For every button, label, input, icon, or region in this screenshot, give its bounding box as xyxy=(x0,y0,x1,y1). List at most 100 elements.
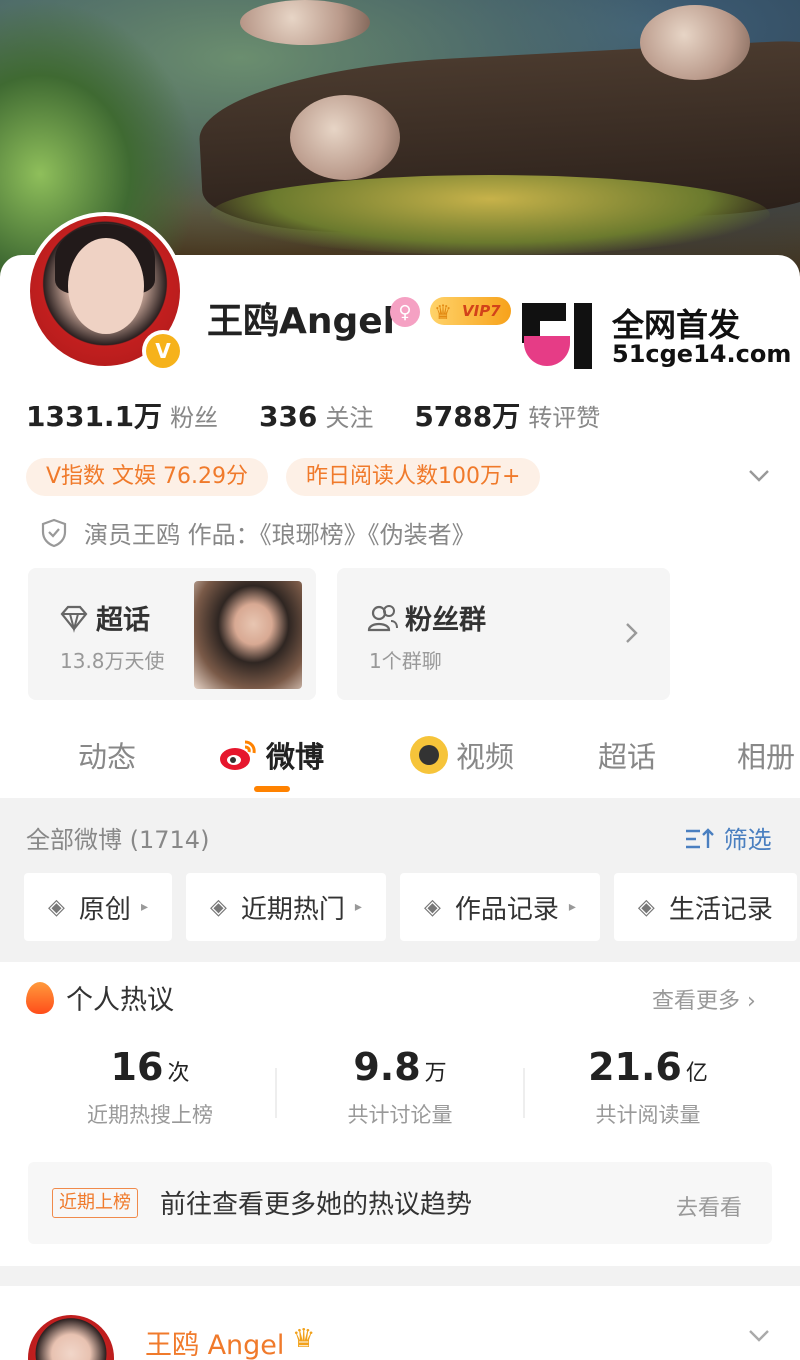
supertopic-thumbnail[interactable] xyxy=(194,581,302,689)
tab-weibo[interactable]: 微博 xyxy=(218,734,324,776)
fangroup-title: 粉丝群 xyxy=(405,605,486,636)
metric-unit: 亿 xyxy=(685,1061,708,1086)
profile-tabs: 动态 微博 视频 超话 相册 xyxy=(0,726,800,796)
metric-value: 9.8 xyxy=(353,1045,421,1089)
flame-icon xyxy=(26,981,54,1014)
followers-count[interactable]: 1331.1万 xyxy=(26,400,162,433)
supertopic-tile[interactable]: 超话 13.8万天使 xyxy=(28,568,316,700)
hot-discussion-title: 个人热议 xyxy=(26,978,174,1017)
vip-badge[interactable]: ♛ VIP7 xyxy=(430,297,511,325)
trend-text: 前往查看更多她的热议趋势 xyxy=(160,1190,473,1220)
supertopic-sub: 13.8万天使 xyxy=(60,649,165,673)
following-label[interactable]: 关注 xyxy=(325,404,373,432)
tab-video-label: 视频 xyxy=(456,740,515,774)
verified-badge: V xyxy=(142,330,184,372)
metric-divider xyxy=(523,1068,525,1118)
banner-snail xyxy=(240,0,370,45)
filter-icon xyxy=(684,826,724,854)
banner-snail xyxy=(290,95,400,180)
trend-tag: 近期上榜 xyxy=(52,1188,138,1218)
metric-hot-search: 16 次 近期热搜上榜 xyxy=(40,1045,260,1129)
profile-page: V 王鸥Angel ♀ ♛ VIP7 全网首发 51cge14.com 1331.… xyxy=(0,0,800,1360)
metric-unit: 次 xyxy=(167,1061,190,1086)
profile-description: 演员王鸥 作品：《琅琊榜》《伪装者》 xyxy=(40,515,476,550)
vip-crown-icon: ♛ xyxy=(434,300,452,324)
weibo-icon xyxy=(218,738,258,772)
layers-icon: ◈ xyxy=(48,894,65,920)
trend-go-link[interactable]: 去看看 xyxy=(676,1190,742,1222)
caret-right-icon: ▸ xyxy=(354,899,362,915)
metric-label: 共计阅读量 xyxy=(595,1103,701,1127)
chip-original[interactable]: ◈ 原创 ▸ xyxy=(24,873,172,941)
group-icon xyxy=(367,602,399,634)
tab-weibo-label: 微博 xyxy=(266,740,325,774)
banner-snail xyxy=(640,5,750,80)
profile-pills: V指数 文娱 76.29分 昨日阅读人数100万+ xyxy=(26,458,541,496)
following-count[interactable]: 336 xyxy=(259,400,317,433)
likes-label: 转评赞 xyxy=(528,404,601,432)
caret-right-icon: ▸ xyxy=(140,899,148,915)
watermark-logo xyxy=(522,303,604,369)
feed-category-chips: ◈ 原创 ▸ ◈ 近期热门 ▸ ◈ 作品记录 ▸ ◈ 生活记录 xyxy=(24,873,797,941)
watermark-logo-part xyxy=(524,336,570,366)
vip-crown-icon: ♛ xyxy=(292,1324,316,1354)
chevron-right-icon xyxy=(624,620,640,653)
female-icon: ♀ xyxy=(390,297,420,327)
post-author[interactable]: 王鸥 Angel xyxy=(145,1323,284,1360)
chevron-down-icon[interactable] xyxy=(746,462,774,490)
verified-v-icon: V xyxy=(146,334,180,368)
see-more-link[interactable]: 查看更多 › xyxy=(652,983,756,1015)
metric-unit: 万 xyxy=(424,1061,447,1086)
chip-label: 原创 xyxy=(78,894,131,925)
metric-reads: 21.6 亿 共计阅读量 xyxy=(538,1045,758,1129)
chip-label: 生活记录 xyxy=(668,894,773,925)
chip-label: 近期热门 xyxy=(240,894,345,925)
watermark-url: 51cge14.com xyxy=(612,340,792,368)
followers-label[interactable]: 粉丝 xyxy=(170,404,218,432)
caret-right-icon: ▸ xyxy=(568,899,576,915)
layers-icon: ◈ xyxy=(209,894,227,920)
reads-pill[interactable]: 昨日阅读人数100万+ xyxy=(286,458,541,496)
metric-discussions: 9.8 万 共计讨论量 xyxy=(290,1045,510,1129)
chip-works[interactable]: ◈ 作品记录 ▸ xyxy=(399,873,600,941)
watermark-logo-part xyxy=(574,303,592,369)
tab-album[interactable]: 相册 xyxy=(737,734,795,776)
video-icon xyxy=(410,736,448,774)
chip-label: 作品记录 xyxy=(454,894,559,925)
all-weibo-count: 全部微博 (1714) xyxy=(26,826,210,854)
metric-label: 近期热搜上榜 xyxy=(87,1103,213,1127)
profile-name: 王鸥Angel xyxy=(207,301,396,342)
vip-label: VIP7 xyxy=(462,302,501,320)
tab-video[interactable]: 视频 xyxy=(410,734,514,776)
section-divider xyxy=(0,1266,800,1286)
banner-moss xyxy=(210,175,770,255)
active-tab-indicator xyxy=(254,786,290,792)
diamond-icon xyxy=(58,602,90,634)
tab-dynamic[interactable]: 动态 xyxy=(78,734,136,776)
hot-title-text: 个人热议 xyxy=(66,985,174,1016)
likes-count: 5788万 xyxy=(414,400,521,433)
metric-value: 21.6 xyxy=(588,1045,682,1089)
chevron-down-icon[interactable] xyxy=(746,1322,772,1354)
filter-button[interactable]: 筛选 xyxy=(684,820,772,855)
metric-value: 16 xyxy=(110,1045,164,1089)
description-text: 演员王鸥 作品：《琅琊榜》《伪装者》 xyxy=(84,521,476,549)
layers-icon: ◈ xyxy=(423,894,441,920)
metric-label: 共计讨论量 xyxy=(347,1103,453,1127)
shield-icon xyxy=(40,518,68,548)
supertopic-title: 超话 xyxy=(96,605,150,636)
filter-label: 筛选 xyxy=(723,826,772,854)
chip-hot[interactable]: ◈ 近期热门 ▸ xyxy=(185,873,386,941)
avatar-face xyxy=(68,238,144,334)
fangroup-sub: 1个群聊 xyxy=(369,649,442,673)
tab-supertopic[interactable]: 超话 xyxy=(598,734,656,776)
see-more-text: 查看更多 xyxy=(652,989,741,1014)
chevron-right-icon: › xyxy=(747,989,756,1014)
profile-stats: 1331.1万 粉丝 336 关注 5788万 转评赞 xyxy=(26,395,632,435)
fangroup-tile[interactable]: 粉丝群 1个群聊 xyxy=(337,568,670,700)
v-index-pill[interactable]: V指数 文娱 76.29分 xyxy=(26,458,269,496)
layers-icon: ◈ xyxy=(637,894,655,920)
trend-banner[interactable]: 近期上榜 前往查看更多她的热议趋势 去看看 xyxy=(28,1162,772,1244)
chip-life[interactable]: ◈ 生活记录 xyxy=(613,873,797,941)
metric-divider xyxy=(275,1068,277,1118)
